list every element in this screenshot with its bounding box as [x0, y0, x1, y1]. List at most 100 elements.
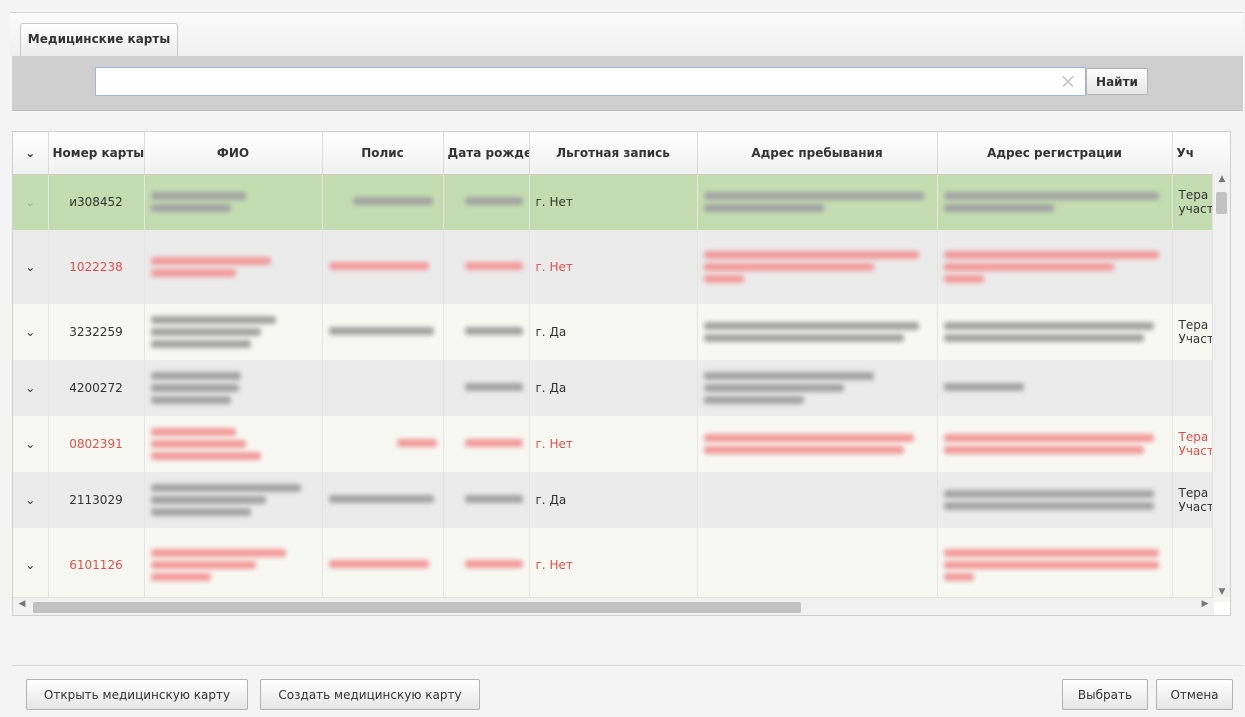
stay-address-cell [697, 304, 938, 360]
card-number-cell: 6101126 [48, 528, 145, 602]
privilege-cell: г. Нет [529, 416, 698, 472]
chevron-down-icon: ⌄ [25, 437, 36, 451]
stay-address-cell [697, 416, 938, 472]
tab-strip: Медицинские карты [10, 12, 1243, 57]
birth-date-cell [443, 230, 530, 304]
reg-address-cell [937, 528, 1173, 602]
reg-address-cell [937, 304, 1173, 360]
column-header-reg-address[interactable]: Адрес регистрации [937, 132, 1173, 175]
table-header-row: ⌄ Номер карты ФИО Полис Дата рождения Ль… [13, 132, 1230, 175]
privilege-cell: г. Да [529, 472, 698, 528]
table-row[interactable]: ⌄ 1022238 г. Нет [13, 230, 1230, 304]
create-card-button[interactable]: Создать медицинскую карту [260, 679, 480, 710]
vertical-scrollbar[interactable]: ▲ ▼ [1212, 174, 1230, 597]
chevron-down-icon: ⌄ [25, 558, 36, 572]
privilege-cell: г. Да [529, 360, 698, 416]
cancel-button[interactable]: Отмена [1156, 679, 1233, 710]
column-header-privilege[interactable]: Льготная запись [529, 132, 698, 175]
column-header-policy[interactable]: Полис [322, 132, 444, 175]
column-header-fio[interactable]: ФИО [144, 132, 323, 175]
birth-date-cell [443, 174, 530, 230]
birth-date-cell [443, 528, 530, 602]
chevron-down-icon: ⌄ [25, 260, 36, 274]
policy-cell [322, 416, 444, 472]
birth-date-cell [443, 416, 530, 472]
stay-address-cell [697, 528, 938, 602]
privilege-cell: г. Да [529, 304, 698, 360]
card-number-cell: и308452 [48, 174, 145, 230]
privilege-cell: г. Нет [529, 230, 698, 304]
reg-address-cell [937, 360, 1173, 416]
row-expand[interactable]: ⌄ [13, 528, 49, 602]
card-number-cell: 1022238 [48, 230, 145, 304]
fio-cell [144, 304, 323, 360]
fio-cell [144, 472, 323, 528]
scroll-left-icon[interactable]: ◀ [15, 599, 29, 609]
tab-medical-cards[interactable]: Медицинские карты [20, 23, 178, 57]
table-row[interactable]: ⌄ 0802391 г. Нет Тера Участ [13, 416, 1230, 472]
find-button[interactable]: Найти [1086, 68, 1148, 95]
search-input[interactable] [95, 67, 1086, 96]
open-card-button[interactable]: Открыть медицинскую карту [26, 679, 248, 710]
table-row[interactable]: ⌄ 2113029 г. Да Тера Участ [13, 472, 1230, 528]
row-expand[interactable]: ⌄ [13, 174, 49, 230]
vertical-scroll-thumb[interactable] [1216, 192, 1227, 214]
fio-cell [144, 360, 323, 416]
fio-cell [144, 528, 323, 602]
column-header-card-number[interactable]: Номер карты [48, 132, 145, 175]
table-row[interactable]: ⌄ 4200272 г. Да [13, 360, 1230, 416]
fio-cell [144, 230, 323, 304]
row-expand[interactable]: ⌄ [13, 360, 49, 416]
table-row[interactable]: ⌄ 6101126 г. Нет [13, 528, 1230, 602]
chevron-down-icon: ⌄ [25, 381, 36, 395]
privilege-cell: г. Нет [529, 174, 698, 230]
card-number-cell: 0802391 [48, 416, 145, 472]
fio-cell [144, 174, 323, 230]
stay-address-cell [697, 230, 938, 304]
policy-cell [322, 360, 444, 416]
chevron-down-icon: ⌄ [25, 145, 36, 160]
policy-cell [322, 230, 444, 304]
clear-icon[interactable]: × [1057, 70, 1079, 92]
horizontal-scrollbar[interactable]: ◀ ▶ [13, 597, 1214, 615]
table-row[interactable]: ⌄ и308452 г. Нет Тера участ [13, 174, 1230, 230]
chevron-down-icon: ⌄ [25, 493, 36, 507]
dialog-footer: Открыть медицинскую карту Создать медици… [12, 665, 1243, 717]
birth-date-cell [443, 360, 530, 416]
birth-date-cell [443, 304, 530, 360]
fio-cell [144, 416, 323, 472]
card-number-cell: 4200272 [48, 360, 145, 416]
search-bar: × Найти [12, 56, 1243, 111]
reg-address-cell [937, 416, 1173, 472]
table-row[interactable]: ⌄ 3232259 г. Да Тера Участ [13, 304, 1230, 360]
horizontal-scroll-thumb[interactable] [33, 602, 801, 613]
card-number-cell: 3232259 [48, 304, 145, 360]
policy-cell [322, 472, 444, 528]
stay-address-cell [697, 472, 938, 528]
row-expand[interactable]: ⌄ [13, 304, 49, 360]
column-header-stay-address[interactable]: Адрес пребывания [697, 132, 938, 175]
scroll-up-icon[interactable]: ▲ [1213, 174, 1230, 184]
birth-date-cell [443, 472, 530, 528]
column-header-expand[interactable]: ⌄ [13, 132, 49, 175]
card-number-cell: 2113029 [48, 472, 145, 528]
policy-cell [322, 304, 444, 360]
select-button[interactable]: Выбрать [1062, 679, 1148, 710]
scroll-right-icon[interactable]: ▶ [1198, 599, 1212, 609]
row-expand[interactable]: ⌄ [13, 472, 49, 528]
chevron-down-icon: ⌄ [25, 325, 36, 339]
privilege-cell: г. Нет [529, 528, 698, 602]
column-header-birth-date[interactable]: Дата рождения [443, 132, 530, 175]
column-header-district[interactable]: Уч [1172, 132, 1230, 175]
policy-cell [322, 528, 444, 602]
row-expand[interactable]: ⌄ [13, 230, 49, 304]
medical-cards-grid: ⌄ Номер карты ФИО Полис Дата рождения Ль… [12, 131, 1231, 616]
medical-cards-table: ⌄ Номер карты ФИО Полис Дата рождения Ль… [13, 132, 1230, 602]
row-expand[interactable]: ⌄ [13, 416, 49, 472]
reg-address-cell [937, 472, 1173, 528]
scroll-down-icon[interactable]: ▼ [1213, 587, 1230, 597]
policy-cell [322, 174, 444, 230]
reg-address-cell [937, 174, 1173, 230]
stay-address-cell [697, 360, 938, 416]
stay-address-cell [697, 174, 938, 230]
